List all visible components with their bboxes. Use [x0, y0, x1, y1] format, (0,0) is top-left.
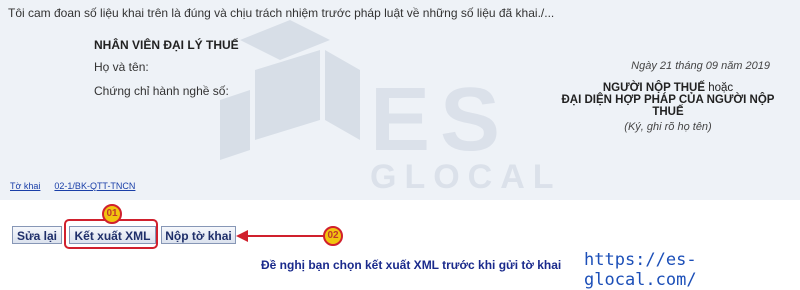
taxpayer-title-line2: ĐẠI DIỆN HỢP PHÁP CỦA NGƯỜI NỘP	[561, 94, 775, 106]
breadcrumb-link-declaration[interactable]: Tờ khai	[10, 181, 40, 191]
callout-badge-01: 01	[102, 204, 122, 224]
agent-name-label: Họ và tên:	[94, 60, 149, 74]
website-url: https://es-glocal.com/	[584, 250, 697, 290]
submit-declaration-button[interactable]: Nộp tờ khai	[161, 226, 236, 244]
watermark-text-glocal: GLOCAL	[370, 158, 562, 196]
breadcrumb-link-form-code[interactable]: 02-1/BK-QTT-TNCN	[54, 181, 135, 191]
declaration-text: Tôi cam đoan số liệu khai trên là đúng v…	[8, 6, 555, 20]
arrow-left-icon	[236, 230, 324, 242]
agent-certificate-label: Chứng chỉ hành nghề số:	[94, 84, 229, 98]
watermark-text-es: ES	[370, 70, 510, 170]
edit-button[interactable]: Sửa lại	[12, 226, 62, 244]
taxpayer-title-line3: THUẾ	[652, 106, 684, 118]
signature-date: Ngày 21 tháng 09 năm 2019	[631, 60, 770, 72]
tax-agent-title: NHÂN VIÊN ĐẠI LÝ THUẾ	[94, 38, 239, 52]
breadcrumb: Tờ khai 02-1/BK-QTT-TNCN	[10, 181, 135, 191]
callout-badge-02: 02	[323, 226, 343, 246]
export-hint-text: Đề nghị bạn chọn kết xuất XML trước khi …	[261, 258, 562, 272]
export-xml-button[interactable]: Kết xuất XML	[69, 226, 156, 244]
taxpayer-title-main: NGƯỜI NỘP THUẾ	[602, 82, 706, 94]
taxpayer-title: NGƯỜI NỘP THUẾ hoặc ĐẠI DIỆN HỢP PHÁP CỦ…	[560, 82, 776, 118]
taxpayer-title-or: hoặc	[705, 82, 734, 94]
signature-note: (Ký, ghi rõ họ tên)	[624, 121, 712, 133]
